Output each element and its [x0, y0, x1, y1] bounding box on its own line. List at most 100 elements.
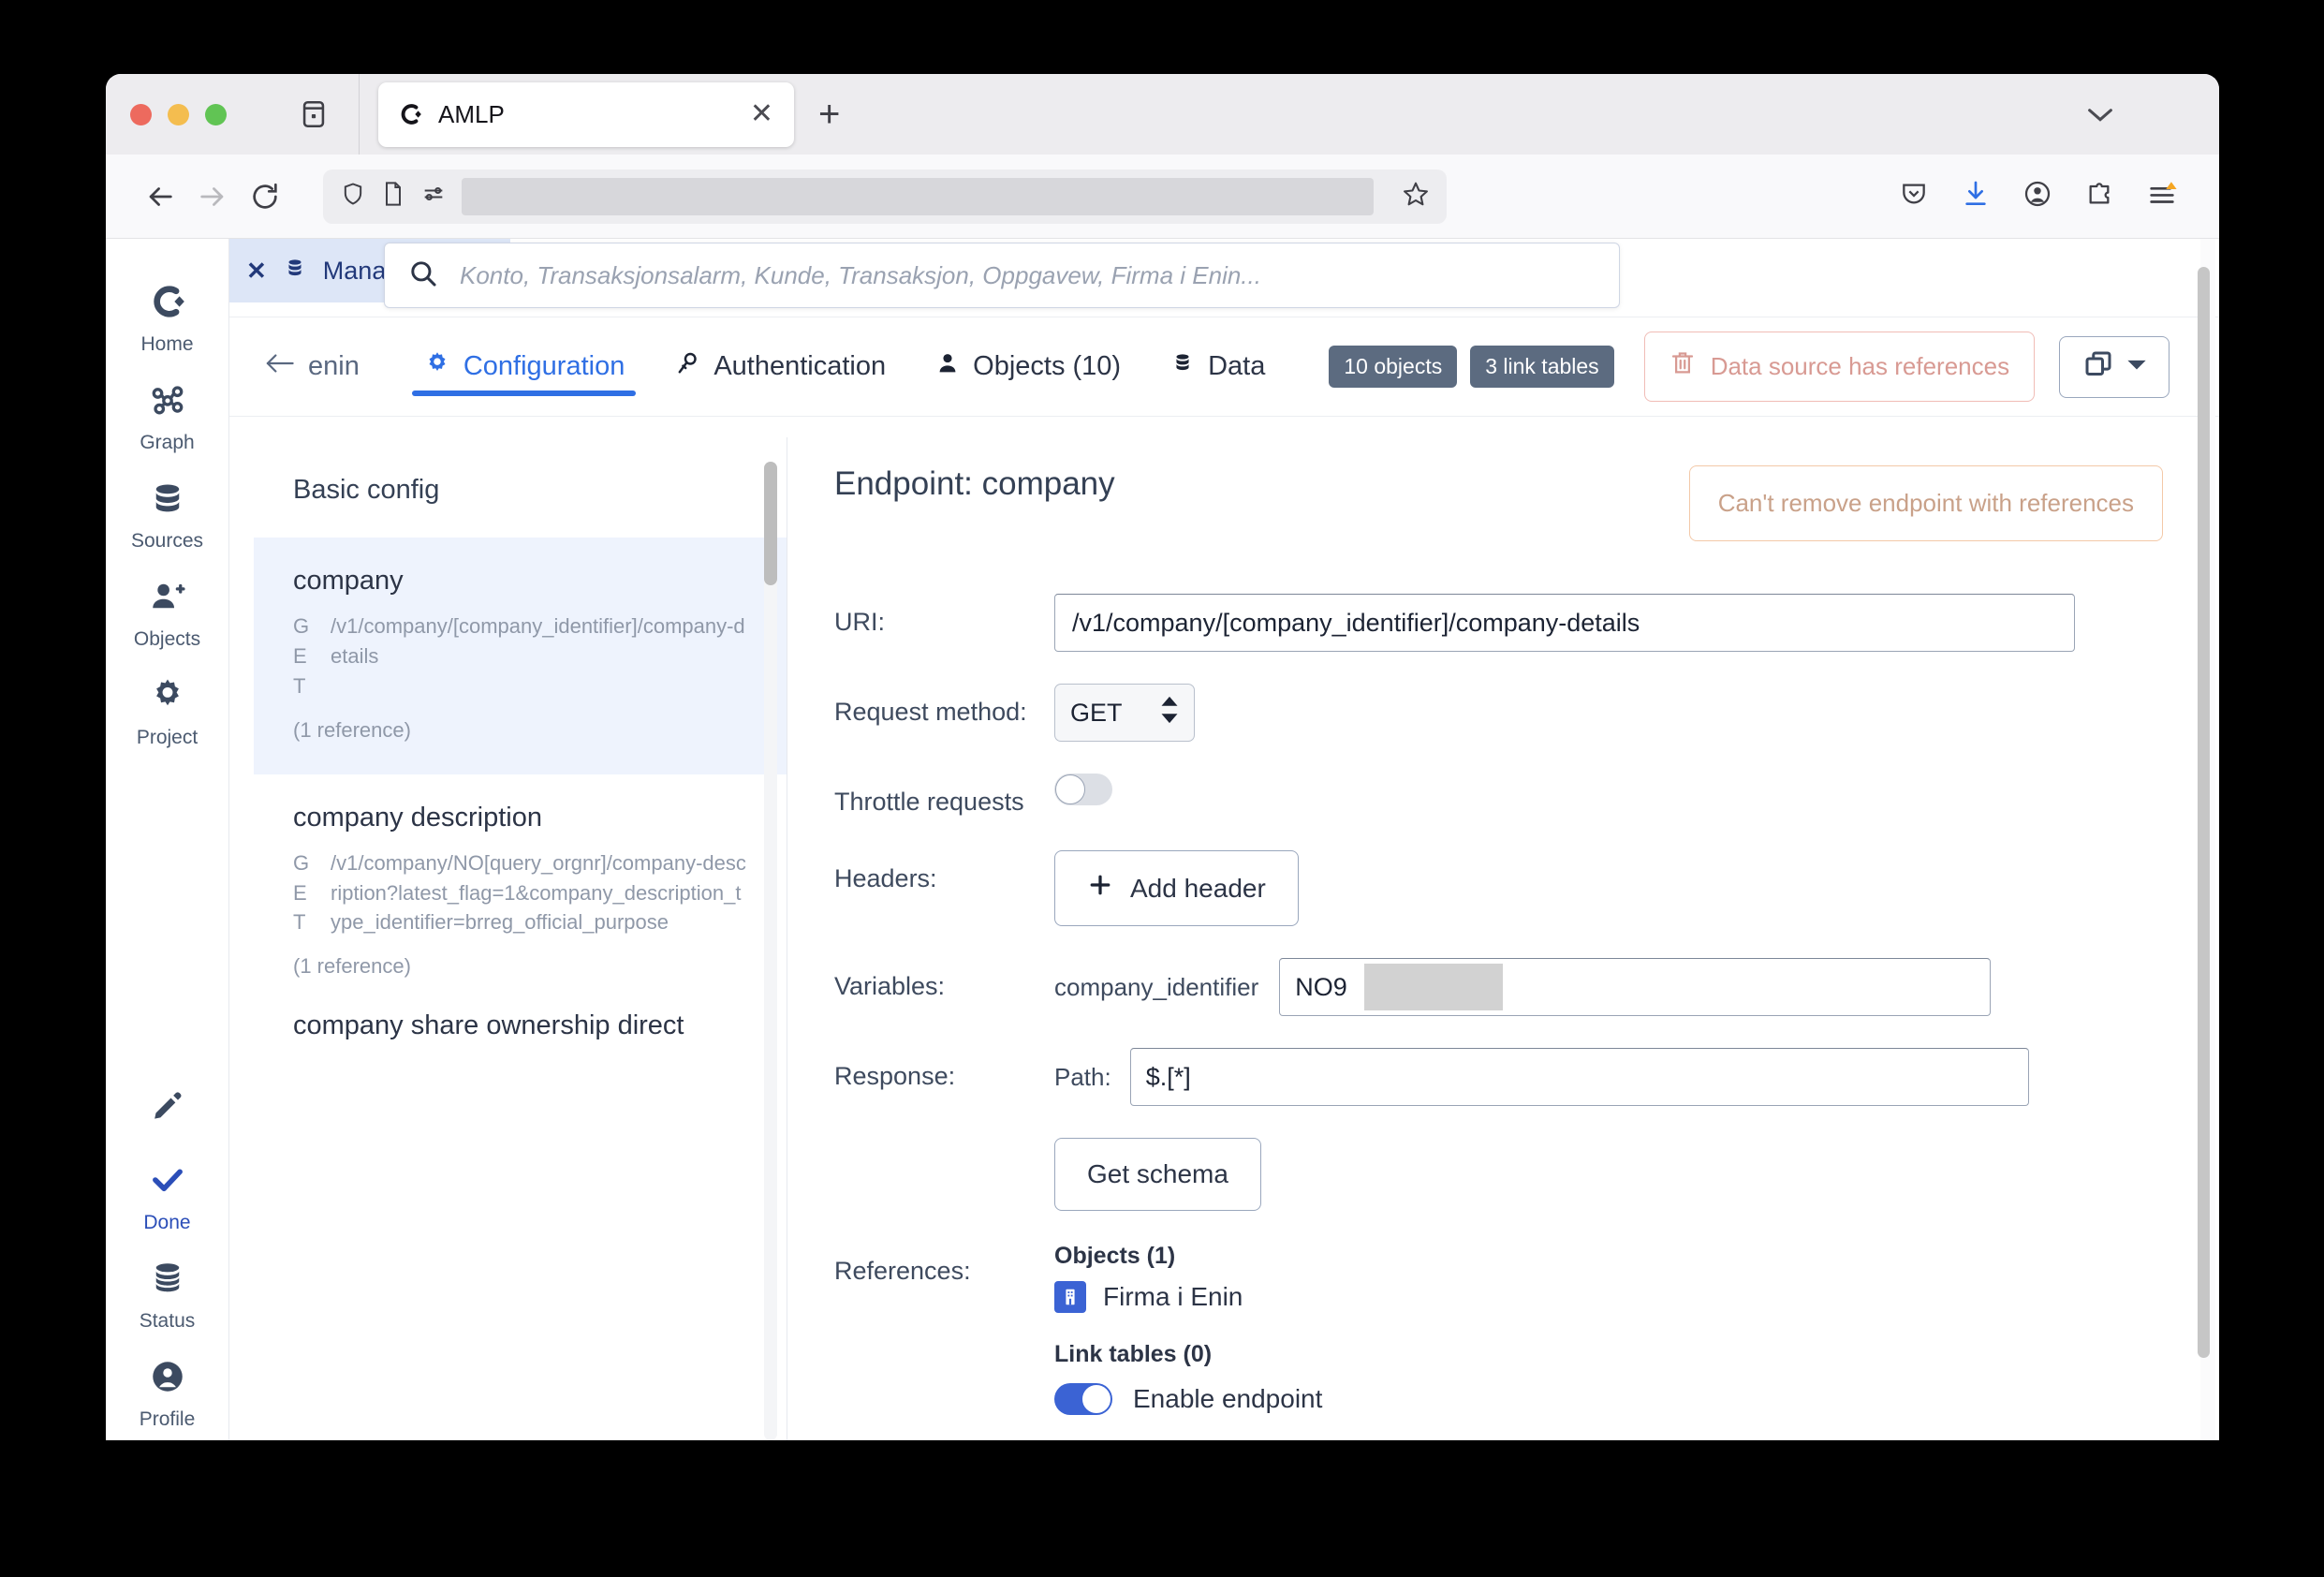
list-item[interactable]: company GET /v1/company/[company_identif… — [254, 538, 787, 774]
reference-object-label: Firma i Enin — [1103, 1282, 1243, 1312]
url-input[interactable] — [462, 177, 1374, 215]
new-tab-button[interactable]: + — [818, 96, 840, 133]
sidebar-item-label: Graph — [140, 432, 195, 453]
shield-icon[interactable] — [340, 181, 366, 212]
sidebar-item-edit[interactable] — [111, 1071, 224, 1145]
copy-icon — [2081, 347, 2115, 386]
form-row-uri: URI: /v1/company/[company_identifier]/co… — [834, 594, 2191, 652]
url-bar[interactable] — [323, 169, 1447, 224]
endpoint-name: company description — [293, 802, 542, 833]
endpoint-body: Basic config company GET /v1/company/[co… — [229, 417, 2219, 1440]
tab-label: Configuration — [463, 351, 625, 381]
tab-authentication[interactable]: Authentication — [649, 317, 910, 417]
sidebar-item-objects[interactable]: Objects — [111, 562, 224, 660]
redaction-overlay — [1364, 964, 1504, 1011]
maximize-window-button[interactable] — [205, 103, 227, 125]
extensions-icon[interactable] — [2084, 179, 2114, 214]
get-schema-label: Get schema — [1087, 1159, 1228, 1189]
form-row-references: References: Objects (1) Firma i Enin Lin… — [834, 1243, 2191, 1416]
browser-tab-title: AMLP — [438, 99, 505, 128]
check-icon — [148, 1160, 187, 1204]
person-icon — [934, 350, 961, 384]
form-row-response: Response: Path: $.[*] — [834, 1048, 2191, 1107]
sidebar-item-label: Status — [139, 1310, 196, 1332]
chevron-down-icon[interactable] — [2084, 104, 2116, 129]
browser-tabstrip: AMLP ✕ + — [106, 74, 2219, 155]
enable-endpoint-toggle[interactable] — [1054, 1383, 1112, 1416]
sidebar-item-done[interactable]: Done — [111, 1145, 224, 1244]
get-schema-button[interactable]: Get schema — [1054, 1138, 1261, 1212]
toggle-knob — [1081, 1384, 1111, 1415]
throttle-label: Throttle requests — [834, 788, 1024, 816]
account-icon[interactable] — [2022, 179, 2052, 214]
sidebar-item-sources[interactable]: Sources — [111, 464, 224, 562]
add-header-button[interactable]: Add header — [1054, 850, 1299, 927]
tab-data[interactable]: Data — [1145, 317, 1289, 417]
close-icon[interactable]: ✕ — [246, 257, 267, 286]
minimize-window-button[interactable] — [168, 103, 189, 125]
global-search[interactable]: Konto, Transaksjonsalarm, Kunde, Transak… — [384, 243, 1620, 308]
search-input[interactable]: Konto, Transaksjonsalarm, Kunde, Transak… — [460, 261, 1261, 290]
form-row-variables: Variables: company_identifier NO9 — [834, 958, 2191, 1017]
endpoint-list-panel: Basic config company GET /v1/company/[co… — [254, 437, 787, 1440]
browser-tab-amlp[interactable]: AMLP ✕ — [378, 81, 794, 147]
reference-object-item[interactable]: Firma i Enin — [1054, 1281, 2191, 1314]
app-rail: Home Graph Sources Objects Project Done … — [106, 239, 229, 1440]
back-arrow-icon[interactable] — [134, 170, 186, 223]
sidebar-item-profile[interactable]: Profile — [111, 1342, 224, 1440]
scrollbar-thumb[interactable] — [764, 462, 777, 585]
amlp-logo-icon — [399, 102, 423, 126]
endpoint-method: GET — [293, 614, 310, 698]
hamburger-menu-icon[interactable] — [2146, 178, 2178, 214]
endpoint-name: company — [293, 566, 404, 596]
forward-arrow-icon — [186, 170, 239, 223]
sidebar-item-label: Profile — [139, 1408, 196, 1430]
star-icon[interactable] — [1402, 180, 1430, 213]
breadcrumb-back-enin[interactable]: enin — [263, 351, 360, 383]
chevron-down-icon — [2126, 358, 2147, 376]
download-icon[interactable] — [1961, 179, 1991, 214]
database-stack-icon — [148, 1259, 187, 1303]
variable-value: NO9 — [1295, 972, 1347, 1001]
variable-value-input[interactable]: NO9 — [1279, 958, 1992, 1017]
scrollbar-thumb[interactable] — [2198, 267, 2210, 1358]
reload-icon[interactable] — [239, 170, 291, 223]
sidebar-item-home[interactable]: Home — [111, 267, 224, 365]
close-icon[interactable]: ✕ — [750, 100, 773, 128]
form-row-request-method: Request method: GET — [834, 684, 2191, 742]
tab-label: Authentication — [713, 351, 887, 381]
plus-icon — [1087, 872, 1113, 905]
sidebar-item-graph[interactable]: Graph — [111, 365, 224, 464]
sidebar-icon[interactable] — [294, 95, 333, 134]
endpoint-name-truncated[interactable]: company share ownership direct — [254, 1010, 787, 1041]
path-input[interactable]: $.[*] — [1129, 1048, 2029, 1107]
uri-input[interactable]: /v1/company/[company_identifier]/company… — [1054, 594, 2075, 652]
sidebar-item-project[interactable]: Project — [111, 660, 224, 759]
tab-label: Data — [1208, 351, 1266, 381]
list-item[interactable]: company description GET /v1/company/NO[q… — [254, 774, 787, 1011]
throttle-toggle[interactable] — [1054, 774, 1112, 805]
endpoint-list-scrollbar[interactable] — [764, 462, 777, 1440]
uri-label: URI: — [834, 608, 885, 636]
gear-icon — [423, 349, 451, 385]
tab-configuration[interactable]: Configuration — [399, 317, 650, 417]
duplicate-menu-button[interactable] — [2059, 335, 2170, 398]
request-method-select[interactable]: GET — [1054, 684, 1195, 742]
request-method-label: Request method: — [834, 698, 1027, 726]
form-row-headers: Headers: Add header — [834, 850, 2191, 927]
close-window-button[interactable] — [130, 103, 152, 125]
get-schema-spacer — [834, 1138, 1054, 1149]
permissions-icon[interactable] — [420, 181, 447, 212]
tab-objects[interactable]: Objects (10) — [910, 317, 1145, 417]
graph-icon — [148, 380, 187, 424]
browser-window: AMLP ✕ + Home Graph Sources Objects Proj… — [106, 74, 2219, 1440]
endpoint-meta: GET /v1/company/[company_identifier]/com… — [293, 612, 749, 701]
page-icon[interactable] — [381, 181, 405, 212]
sidebar-item-status[interactable]: Status — [111, 1244, 224, 1342]
window-controls[interactable] — [106, 103, 227, 125]
pocket-icon[interactable] — [1899, 179, 1929, 214]
page-scrollbar[interactable] — [2198, 239, 2215, 1440]
sidebar-item-label: Sources — [130, 530, 204, 552]
form-row-get-schema: Get schema — [834, 1138, 2191, 1212]
endpoint-form: URI: /v1/company/[company_identifier]/co… — [834, 594, 2191, 1416]
